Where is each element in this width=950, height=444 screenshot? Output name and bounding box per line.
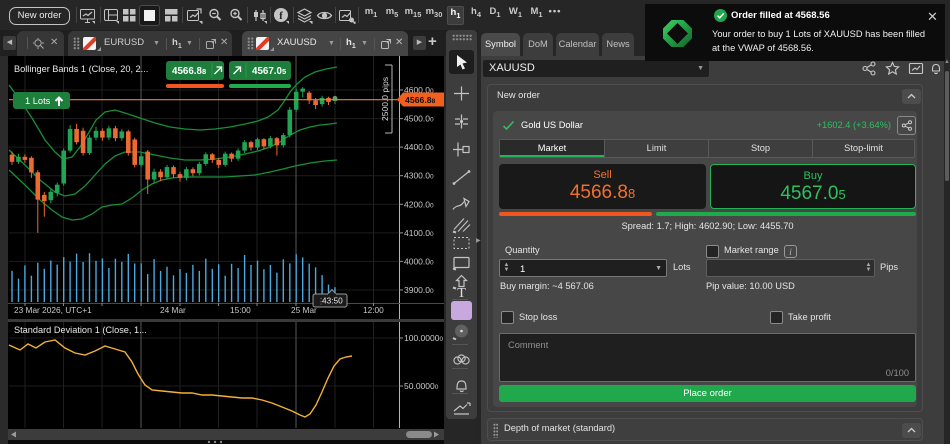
svg-text:1 Lots: 1 Lots bbox=[25, 96, 51, 106]
svg-text:3900.00: 3900.00 bbox=[404, 285, 434, 295]
svg-text:4567.05: 4567.05 bbox=[252, 66, 286, 77]
svg-text:4400.00: 4400.00 bbox=[404, 142, 434, 152]
svg-text:15:00: 15:00 bbox=[230, 305, 251, 315]
svg-text:2500.0 pips: 2500.0 pips bbox=[380, 77, 390, 121]
svg-text:4200.00: 4200.00 bbox=[404, 199, 434, 209]
svg-text:4566.88: 4566.88 bbox=[405, 95, 436, 105]
svg-text:4000.00: 4000.00 bbox=[404, 256, 434, 266]
svg-text:43:50: 43:50 bbox=[322, 296, 343, 306]
svg-text:Standard Deviation 1 (Close, 1: Standard Deviation 1 (Close, 1... bbox=[14, 325, 147, 335]
svg-text:4500.00: 4500.00 bbox=[404, 114, 434, 124]
svg-text:100.00000: 100.00000 bbox=[404, 333, 443, 343]
svg-text:Bollinger Bands 1 (Close, 20,: Bollinger Bands 1 (Close, 20, 2... bbox=[14, 64, 148, 74]
svg-text:4300.00: 4300.00 bbox=[404, 171, 434, 181]
svg-text:12:00: 12:00 bbox=[363, 305, 384, 315]
svg-text:4100.00: 4100.00 bbox=[404, 228, 434, 238]
svg-text:23 Mar 2026, UTC+1: 23 Mar 2026, UTC+1 bbox=[14, 305, 92, 315]
svg-text:50.00000: 50.00000 bbox=[404, 381, 439, 391]
svg-text:f: f bbox=[279, 10, 283, 22]
svg-text:24 Mar: 24 Mar bbox=[160, 305, 186, 315]
svg-text:4566.88: 4566.88 bbox=[172, 66, 206, 77]
